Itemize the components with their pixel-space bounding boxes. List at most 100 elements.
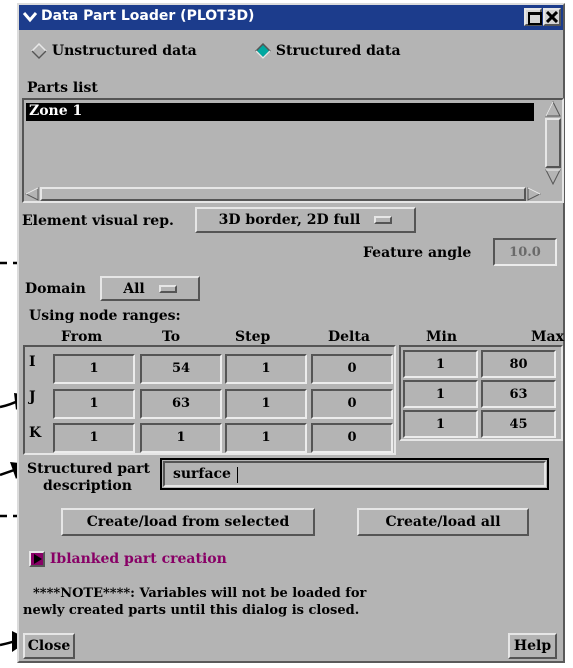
scroll-down-arrow-icon[interactable] bbox=[545, 169, 561, 185]
element-visual-select[interactable]: 3D border, 2D full bbox=[195, 207, 416, 233]
create-load-all-button[interactable]: Create/load all bbox=[357, 508, 529, 536]
step-k-value: 1 bbox=[261, 430, 271, 445]
to-k-value: 1 bbox=[176, 430, 186, 445]
radio-unstructured[interactable]: Unstructured data bbox=[30, 42, 197, 60]
min-i-value: 1 bbox=[403, 350, 478, 378]
max-j-text: 63 bbox=[509, 387, 528, 402]
feature-angle-label: Feature angle bbox=[363, 245, 472, 261]
domain-label: Domain bbox=[25, 281, 86, 297]
max-j-value: 63 bbox=[481, 380, 556, 408]
help-button[interactable]: Help bbox=[508, 633, 557, 659]
horizontal-scroll-thumb[interactable] bbox=[40, 187, 526, 201]
column-header-max: Max bbox=[531, 329, 564, 345]
min-j-text: 1 bbox=[435, 387, 446, 402]
min-j-value: 1 bbox=[403, 380, 478, 408]
delta-k-input[interactable]: 0 bbox=[311, 423, 393, 453]
text-cursor bbox=[237, 467, 238, 483]
column-header-delta: Delta bbox=[328, 329, 370, 345]
column-header-min: Min bbox=[426, 329, 457, 345]
element-visual-label: Element visual rep. bbox=[22, 213, 174, 229]
parts-list[interactable]: Zone 1 bbox=[22, 98, 564, 203]
description-label-line1: Structured part bbox=[27, 461, 150, 477]
step-k-input[interactable]: 1 bbox=[225, 423, 307, 453]
from-j-value: 1 bbox=[89, 396, 99, 411]
column-header-from: From bbox=[61, 329, 103, 345]
close-window-button[interactable] bbox=[543, 8, 561, 26]
note-line2: newly created parts until this dialog is… bbox=[23, 603, 360, 618]
iblank-label: Iblanked part creation bbox=[49, 551, 227, 567]
to-j-input[interactable]: 63 bbox=[140, 389, 222, 419]
column-header-to: To bbox=[162, 329, 181, 345]
max-k-text: 45 bbox=[509, 417, 528, 432]
option-menu-icon bbox=[158, 284, 177, 293]
window-menu-icon[interactable] bbox=[22, 10, 38, 24]
column-header-step: Step bbox=[235, 329, 271, 345]
domain-value: All bbox=[123, 280, 145, 297]
radio-structured-label: Structured data bbox=[275, 43, 401, 59]
close-icon bbox=[546, 11, 558, 23]
description-input-inner: surface bbox=[163, 461, 546, 487]
element-visual-value: 3D border, 2D full bbox=[218, 212, 361, 228]
triangle-toggle-icon bbox=[29, 551, 45, 567]
domain-select[interactable]: All bbox=[100, 276, 200, 301]
max-i-value: 80 bbox=[481, 350, 556, 378]
window-title: Data Part Loader (PLOT3D) bbox=[41, 8, 255, 24]
row-label-i: I bbox=[29, 354, 36, 370]
delta-k-value: 0 bbox=[347, 430, 357, 445]
from-i-value: 1 bbox=[89, 361, 99, 376]
maximize-icon bbox=[528, 12, 542, 25]
note-line1: ****NOTE****: Variables will not be load… bbox=[33, 586, 367, 601]
step-i-input[interactable]: 1 bbox=[225, 354, 307, 384]
from-k-input[interactable]: 1 bbox=[53, 423, 135, 453]
horizontal-scrollbar[interactable] bbox=[24, 187, 544, 201]
to-i-value: 54 bbox=[171, 361, 191, 376]
delta-j-value: 0 bbox=[347, 396, 357, 411]
max-k-value: 45 bbox=[481, 410, 556, 438]
max-i-text: 80 bbox=[509, 357, 528, 372]
diamond-radio-unselected-icon bbox=[30, 42, 48, 60]
step-i-value: 1 bbox=[261, 361, 271, 376]
iblank-toggle[interactable]: Iblanked part creation bbox=[29, 551, 227, 567]
to-i-input[interactable]: 54 bbox=[140, 354, 222, 384]
vertical-scroll-thumb[interactable] bbox=[545, 118, 561, 168]
min-max-group: 1 80 1 63 1 45 bbox=[399, 345, 563, 441]
node-ranges-heading: Using node ranges: bbox=[29, 308, 181, 324]
delta-i-value: 0 bbox=[347, 361, 357, 376]
title-bar[interactable]: Data Part Loader (PLOT3D) bbox=[19, 5, 563, 30]
to-j-value: 63 bbox=[171, 396, 191, 411]
min-k-text: 1 bbox=[435, 417, 446, 432]
scroll-right-arrow-icon[interactable] bbox=[527, 187, 541, 201]
scroll-up-arrow-icon[interactable] bbox=[545, 101, 561, 117]
radio-structured[interactable]: Structured data bbox=[254, 42, 401, 60]
list-item[interactable]: Zone 1 bbox=[26, 103, 534, 121]
close-button-label: Close bbox=[27, 638, 71, 654]
create-load-all-label: Create/load all bbox=[385, 514, 501, 530]
to-k-input[interactable]: 1 bbox=[140, 423, 222, 453]
from-i-input[interactable]: 1 bbox=[53, 354, 135, 384]
close-button[interactable]: Close bbox=[23, 633, 75, 659]
step-j-input[interactable]: 1 bbox=[225, 389, 307, 419]
option-menu-icon bbox=[374, 216, 393, 224]
delta-j-input[interactable]: 0 bbox=[311, 389, 393, 419]
radio-unstructured-label: Unstructured data bbox=[51, 43, 197, 59]
step-j-value: 1 bbox=[261, 396, 271, 411]
vertical-scrollbar[interactable] bbox=[544, 100, 562, 186]
dialog-window: Data Part Loader (PLOT3D) Unstructured d… bbox=[17, 3, 565, 663]
description-value: surface bbox=[173, 466, 231, 482]
help-button-label: Help bbox=[513, 638, 552, 654]
list-item-label: Zone 1 bbox=[29, 103, 83, 119]
min-k-value: 1 bbox=[403, 410, 478, 438]
diamond-radio-selected-icon bbox=[254, 42, 272, 60]
node-ranges-group: I 1 54 1 0 J 1 63 1 0 K 1 1 1 0 bbox=[23, 345, 396, 455]
scroll-left-arrow-icon[interactable] bbox=[25, 187, 39, 201]
create-load-selected-button[interactable]: Create/load from selected bbox=[61, 508, 315, 536]
delta-i-input[interactable]: 0 bbox=[311, 354, 393, 384]
min-i-text: 1 bbox=[435, 357, 446, 372]
from-j-input[interactable]: 1 bbox=[53, 389, 135, 419]
row-label-k: K bbox=[29, 425, 42, 441]
feature-angle-value: 10.0 bbox=[509, 245, 541, 260]
triangle-right-icon bbox=[34, 554, 42, 564]
maximize-button[interactable] bbox=[524, 8, 542, 26]
description-input[interactable]: surface bbox=[160, 458, 549, 490]
feature-angle-input[interactable]: 10.0 bbox=[493, 238, 557, 266]
